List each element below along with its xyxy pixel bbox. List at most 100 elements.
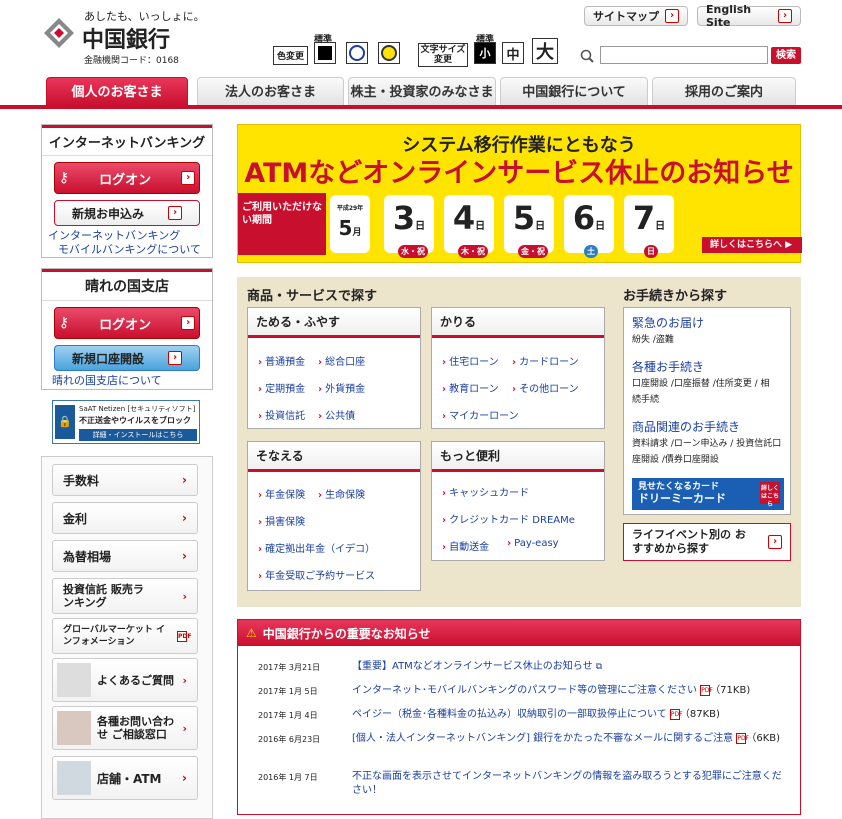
news-item[interactable]: 【重要】ATMなどオンラインサービス休止のお知らせ ⧉	[352, 660, 790, 674]
link-housing-loan[interactable]: 住宅ローン	[442, 353, 499, 368]
english-site-link[interactable]: English Site ›	[697, 3, 801, 29]
link-life-insurance[interactable]: 生命保険	[318, 486, 365, 501]
pdf-icon: PDF	[700, 684, 713, 696]
text-size-medium-button[interactable]: 中	[502, 42, 524, 64]
month-box: 平成29年 5月	[330, 195, 370, 253]
news-item[interactable]: ペイジー（税金･各種料金の払込み）収納取引の一部取扱停止について PDF（87K…	[352, 708, 790, 722]
month-value: 5	[338, 216, 353, 240]
service-suspension-banner[interactable]: システム移行作業にともなう ATMなどオンラインサービス休止のお知らせ ご利用い…	[237, 124, 802, 263]
branch-logon-button[interactable]: ⚷ ログオン ›	[54, 307, 200, 339]
news-item[interactable]: [個人・法人インターネットバンキング] 銀行をかたった不審なメールに関するご注意…	[352, 732, 790, 746]
chevron-right-icon: ›	[181, 171, 196, 185]
news-item[interactable]: 不正な画面を表示させてインターネットバンキングの情報を盗み取ろうとする犯罪にご注…	[352, 770, 790, 798]
link-general-account[interactable]: 総合口座	[318, 353, 365, 368]
bank-name[interactable]: 中国銀行	[82, 22, 170, 54]
weekday-badge: 木・祝	[458, 245, 488, 258]
link-cash-card[interactable]: キャッシュカード	[442, 484, 529, 499]
new-application-button[interactable]: 新規お申込み ›	[54, 200, 200, 226]
insure-title[interactable]: そなえる	[248, 442, 420, 472]
bank-logo-icon[interactable]	[44, 18, 74, 48]
banner-line2: ATMなどオンラインサービス休止のお知らせ	[244, 158, 794, 189]
menu-contact[interactable]: 各種お問い合わせ ご相談窓口 ›	[52, 706, 198, 750]
chevron-right-icon: ›	[182, 673, 187, 687]
link-ordinary-deposit[interactable]: 普通預金	[258, 353, 305, 368]
search-button[interactable]: 検索	[771, 47, 801, 64]
news-date: 2016年 1月 7日	[258, 773, 318, 782]
news-date: 2017年 3月21日	[258, 663, 321, 672]
menu-fund-ranking[interactable]: 投資信託 販売ランキング ›	[52, 578, 198, 614]
convenience-title[interactable]: もっと便利	[432, 442, 604, 472]
ib-link-line2[interactable]: モバイルバンキングについて	[48, 243, 208, 257]
pdf-icon: PDF	[669, 708, 683, 720]
menu-global-market[interactable]: グローバルマーケット インフォメーション PDF	[52, 618, 198, 654]
menu-fees[interactable]: 手数料 ›	[52, 464, 198, 496]
link-car-loan[interactable]: マイカーローン	[442, 407, 519, 422]
new-application-label: 新規お申込み	[71, 206, 144, 221]
news-text: 【重要】ATMなどオンラインサービス休止のお知らせ	[352, 661, 593, 672]
link-card-loan[interactable]: カードローン	[512, 353, 579, 368]
security-software-banner[interactable]: 🔒 SaAT Netizen [セキュリティソフト] 不正送金やウイルスをブロッ…	[52, 400, 200, 444]
borrow-title[interactable]: かりる	[432, 308, 604, 338]
day-box-5: 7日日	[624, 195, 674, 258]
link-public-bond[interactable]: 公共債	[318, 407, 355, 422]
menu-interest[interactable]: 金利 ›	[52, 502, 198, 534]
link-foreign-deposit[interactable]: 外貨預金	[318, 380, 365, 395]
ib-mobile-link[interactable]: インターネットバンキング モバイルバンキングについて	[48, 229, 208, 257]
tab-investors[interactable]: 株主・投資家のみなさま	[348, 77, 496, 106]
text-size-small-button[interactable]: 小	[474, 42, 496, 64]
menu-faq[interactable]: よくあるご質問 ›	[52, 658, 198, 702]
menu-exchange[interactable]: 為替相場 ›	[52, 540, 198, 572]
tab-recruit[interactable]: 採用のご案内	[652, 77, 796, 106]
banner-more-link[interactable]: 詳しくはこちらへ ▶	[702, 237, 802, 253]
color-blue-button[interactable]	[346, 42, 368, 64]
link-pay-easy[interactable]: Pay-easy	[507, 538, 558, 549]
procedures-link[interactable]: 各種お手続き	[632, 358, 704, 375]
text-size-large-button[interactable]: 大	[532, 38, 558, 64]
color-yellow-button[interactable]	[378, 42, 400, 64]
link-investment-trust[interactable]: 投資信託	[258, 407, 305, 422]
chevron-right-icon: ›	[182, 771, 187, 785]
online-branch-link[interactable]: 晴れの国支店について	[52, 374, 212, 388]
day-value: 4	[452, 199, 476, 237]
news-item[interactable]: インターネット･モバイルバンキングのパスワード等の管理にご注意ください PDF（…	[352, 684, 790, 698]
lock-icon: 🔒	[55, 405, 75, 439]
menu-fees-label: 手数料	[63, 473, 100, 488]
english-label: English Site	[706, 3, 752, 29]
link-education-loan[interactable]: 教育ローン	[442, 380, 499, 395]
link-auto-transfer[interactable]: 自動送金	[442, 538, 489, 553]
card-line2: ドリーミーカード	[638, 492, 726, 505]
online-branch-panel: 晴れの国支店 ⚷ ログオン › 新規口座開設 › 晴れの国支店について	[41, 268, 213, 390]
ib-link-line1[interactable]: インターネットバンキング	[48, 229, 208, 243]
link-time-deposit[interactable]: 定期預金	[258, 380, 305, 395]
search-input[interactable]	[600, 46, 768, 64]
chevron-right-icon: ›	[182, 721, 187, 735]
link-casualty-insurance[interactable]: 損害保険	[258, 513, 305, 528]
tab-corporate[interactable]: 法人のお客さま	[197, 77, 344, 106]
save-invest-box: ためる・ふやす 普通預金 総合口座 定期預金 外貨預金 投資信託 公共債	[247, 307, 421, 429]
link-ideco[interactable]: 確定拠出年金（イデコ）	[258, 540, 375, 555]
menu-exchange-label: 為替相場	[63, 549, 112, 564]
emergency-link[interactable]: 緊急のお届け	[632, 314, 704, 331]
product-procedures-link[interactable]: 商品関連のお手続き	[632, 418, 740, 435]
link-pension-reservation[interactable]: 年金受取ご予約サービス	[258, 567, 375, 582]
link-other-loan[interactable]: その他ローン	[512, 380, 579, 395]
atm-image	[57, 761, 91, 795]
chevron-right-icon: ›	[168, 206, 182, 220]
day-box-3: 5日 金・祝	[504, 195, 554, 258]
color-black-button[interactable]	[314, 42, 336, 64]
menu-branch-atm[interactable]: 店舗・ATM ›	[52, 756, 198, 800]
sitemap-link[interactable]: サイトマップ ›	[584, 6, 688, 26]
logon-button[interactable]: ⚷ ログオン ›	[54, 162, 200, 194]
save-invest-title[interactable]: ためる・ふやす	[248, 308, 420, 338]
link-annuity-insurance[interactable]: 年金保険	[258, 486, 305, 501]
chevron-right-icon: ›	[665, 9, 679, 23]
tab-personal[interactable]: 個人のお客さま	[46, 77, 188, 106]
weekday-badge: 水・祝	[398, 245, 428, 258]
day-value: 7	[632, 199, 656, 237]
link-credit-card[interactable]: クレジットカード DREAMe	[442, 511, 575, 526]
key-icon: ⚷	[58, 315, 70, 331]
dreamy-card-banner[interactable]: 見せたくなるカード ドリーミーカード 詳しくはこちら	[632, 478, 784, 510]
new-account-button[interactable]: 新規口座開設 ›	[54, 345, 200, 371]
tab-about[interactable]: 中国銀行について	[500, 77, 648, 106]
life-event-button[interactable]: ライフイベント別の おすすめから探す ›	[623, 523, 791, 561]
